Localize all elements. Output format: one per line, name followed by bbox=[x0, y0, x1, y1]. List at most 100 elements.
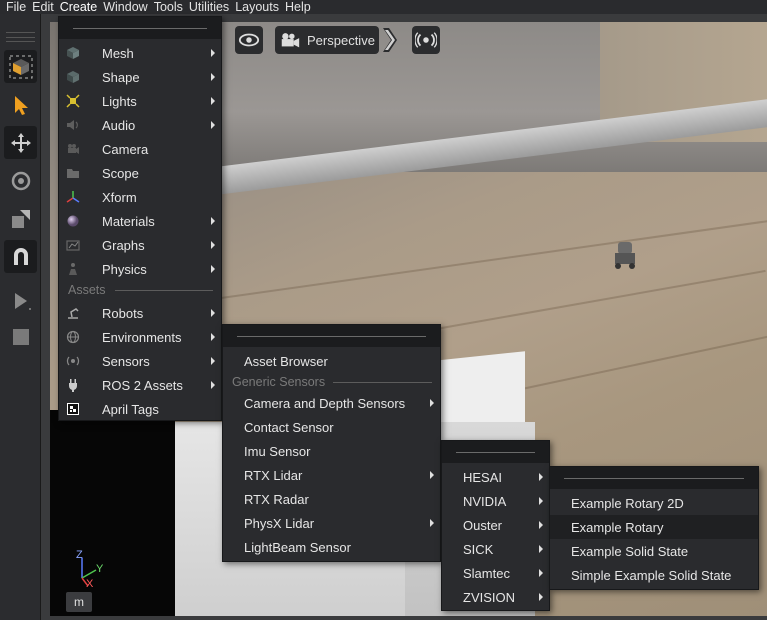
example-solid-state-item[interactable]: Example Solid State bbox=[550, 539, 758, 563]
menu-header bbox=[442, 441, 549, 463]
menu-utilities[interactable]: Utilities bbox=[189, 0, 229, 14]
expand-chevron-button[interactable] bbox=[381, 26, 399, 54]
chevron-right-icon bbox=[539, 569, 543, 577]
rtx-radar-item[interactable]: RTX Radar bbox=[223, 487, 440, 511]
menu-help[interactable]: Help bbox=[285, 0, 311, 14]
play-icon bbox=[14, 292, 31, 310]
sensors-submenu: Asset Browser Generic Sensors Camera and… bbox=[222, 324, 441, 562]
axis-y-label: Y bbox=[96, 563, 104, 575]
chevron-right-icon bbox=[211, 121, 215, 129]
example-rotary-item[interactable]: Example Rotary bbox=[550, 515, 758, 539]
vendor-sick-item[interactable]: SICK bbox=[442, 537, 549, 561]
broadcast-button[interactable] bbox=[412, 26, 440, 54]
light-icon bbox=[66, 94, 80, 108]
menu-bar: File Edit Create Window Tools Utilities … bbox=[0, 0, 767, 14]
lightbeam-sensor-item[interactable]: LightBeam Sensor bbox=[223, 535, 440, 559]
physics-icon bbox=[66, 262, 80, 276]
menu-edit[interactable]: Edit bbox=[32, 0, 54, 14]
speaker-icon bbox=[66, 118, 80, 132]
rotate-tool-button[interactable] bbox=[4, 164, 37, 197]
menu-tools[interactable]: Tools bbox=[154, 0, 183, 14]
camera-label: Perspective bbox=[307, 32, 375, 48]
camera-depth-sensors-item[interactable]: Camera and Depth Sensors bbox=[223, 391, 440, 415]
chevron-right-icon bbox=[430, 519, 434, 527]
assets-section-header: Assets bbox=[59, 281, 221, 299]
vendor-nvidia-item[interactable]: NVIDIA bbox=[442, 489, 549, 513]
chevron-right-icon bbox=[211, 357, 215, 365]
create-audio-item[interactable]: Audio bbox=[59, 113, 221, 137]
create-april-tags-item[interactable]: April Tags bbox=[59, 397, 221, 421]
eye-icon bbox=[238, 33, 260, 47]
chevron-right-icon bbox=[211, 309, 215, 317]
folder-icon bbox=[66, 166, 80, 180]
chevron-right-icon bbox=[430, 471, 434, 479]
menu-create[interactable]: Create bbox=[60, 0, 98, 14]
play-button[interactable] bbox=[4, 284, 37, 317]
asset-browser-item[interactable]: Asset Browser bbox=[223, 349, 440, 373]
axis-x-label: X bbox=[86, 578, 94, 590]
globe-icon bbox=[66, 330, 80, 344]
example-rotary-2d-item[interactable]: Example Rotary 2D bbox=[550, 491, 758, 515]
create-camera-item[interactable]: Camera bbox=[59, 137, 221, 161]
chevron-right-icon bbox=[211, 73, 215, 81]
menu-layouts[interactable]: Layouts bbox=[235, 0, 279, 14]
robot-arm-icon bbox=[66, 306, 80, 320]
imu-sensor-item[interactable]: Imu Sensor bbox=[223, 439, 440, 463]
chevron-right-icon bbox=[211, 381, 215, 389]
cube-icon bbox=[66, 46, 80, 60]
physx-lidar-item[interactable]: PhysX Lidar bbox=[223, 511, 440, 535]
visibility-button[interactable] bbox=[235, 26, 263, 54]
camera-icon bbox=[66, 142, 80, 156]
contact-sensor-item[interactable]: Contact Sensor bbox=[223, 415, 440, 439]
menu-window[interactable]: Window bbox=[103, 0, 147, 14]
chevron-right-icon bbox=[211, 333, 215, 341]
create-graphs-item[interactable]: Graphs bbox=[59, 233, 221, 257]
cube-select-icon bbox=[9, 55, 32, 78]
rtx-lidar-item[interactable]: RTX Lidar bbox=[223, 463, 440, 487]
move-tool-button[interactable] bbox=[4, 126, 37, 159]
vendor-ouster-item[interactable]: Ouster bbox=[442, 513, 549, 537]
scene-robot[interactable] bbox=[612, 240, 638, 270]
create-lights-item[interactable]: Lights bbox=[59, 89, 221, 113]
move-icon bbox=[10, 132, 31, 153]
shape-icon bbox=[66, 70, 80, 84]
section-divider bbox=[333, 382, 432, 383]
scale-tool-button[interactable] bbox=[4, 202, 37, 235]
chevron-right-icon bbox=[211, 217, 215, 225]
camera-dropdown[interactable]: Perspective bbox=[275, 26, 379, 54]
create-scope-item[interactable]: Scope bbox=[59, 161, 221, 185]
create-ros2-assets-item[interactable]: ROS 2 Assets bbox=[59, 373, 221, 397]
create-sensors-item[interactable]: Sensors bbox=[59, 349, 221, 373]
vendor-slamtec-item[interactable]: Slamtec bbox=[442, 561, 549, 585]
chevron-right-icon bbox=[211, 97, 215, 105]
create-materials-item[interactable]: Materials bbox=[59, 209, 221, 233]
chevron-right-icon bbox=[211, 241, 215, 249]
section-divider bbox=[115, 290, 213, 291]
chevron-right-icon bbox=[539, 473, 543, 481]
menu-file[interactable]: File bbox=[6, 0, 26, 14]
simple-example-solid-state-item[interactable]: Simple Example Solid State bbox=[550, 563, 758, 587]
arrow-cursor-icon bbox=[14, 95, 28, 115]
create-shape-item[interactable]: Shape bbox=[59, 65, 221, 89]
menu-header bbox=[550, 467, 758, 489]
menu-header bbox=[223, 325, 440, 347]
select-mode-button[interactable] bbox=[4, 50, 37, 83]
create-menu: Mesh Shape Lights Audio Camera Scope Xfo… bbox=[58, 16, 222, 421]
create-physics-item[interactable]: Physics bbox=[59, 257, 221, 281]
xform-axes-icon bbox=[66, 190, 80, 204]
create-mesh-item[interactable]: Mesh bbox=[59, 41, 221, 65]
vendor-zvision-item[interactable]: ZVISION bbox=[442, 585, 549, 609]
m-button[interactable]: m bbox=[66, 592, 92, 612]
snap-button[interactable] bbox=[4, 240, 37, 273]
graph-icon bbox=[66, 238, 80, 252]
lidar-vendor-submenu: HESAI NVIDIA Ouster SICK Slamtec ZVISION bbox=[441, 440, 550, 611]
toolbar-grip[interactable] bbox=[6, 32, 35, 42]
vendor-hesai-item[interactable]: HESAI bbox=[442, 465, 549, 489]
chevron-right-icon bbox=[430, 399, 434, 407]
camera-icon bbox=[281, 33, 300, 48]
stop-button[interactable] bbox=[4, 320, 37, 353]
select-arrow-button[interactable] bbox=[4, 88, 37, 121]
create-robots-item[interactable]: Robots bbox=[59, 301, 221, 325]
create-xform-item[interactable]: Xform bbox=[59, 185, 221, 209]
create-environments-item[interactable]: Environments bbox=[59, 325, 221, 349]
